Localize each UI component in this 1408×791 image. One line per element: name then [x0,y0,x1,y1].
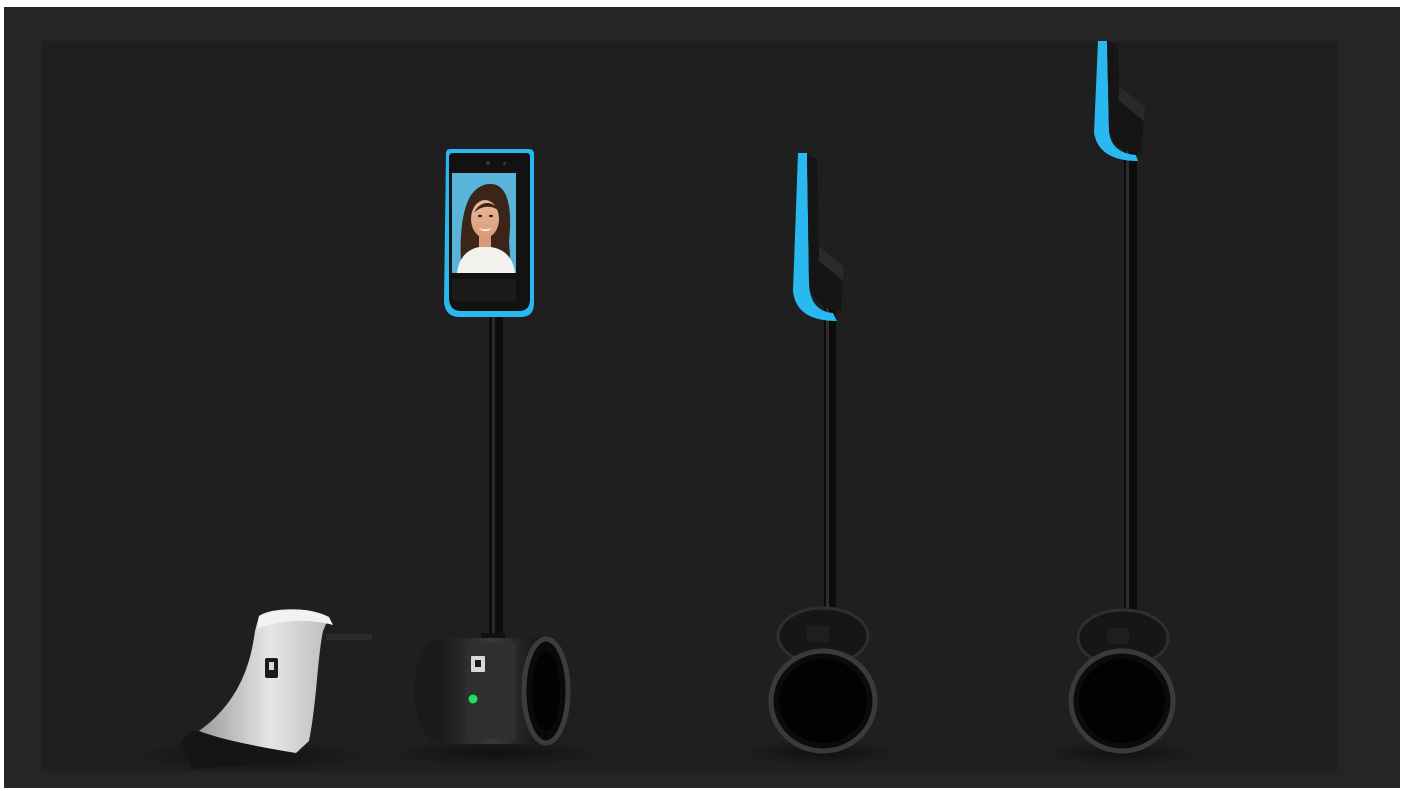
drive-base-side-2 [1068,608,1176,754]
dock-logo-icon [265,658,278,678]
video-call-screen [452,173,516,273]
tablet-head [444,149,534,317]
robot-side-view-tall [1041,41,1201,766]
robot-side-view-short [741,153,901,766]
charging-dock [131,609,372,772]
product-render-scene [41,41,1337,772]
drive-base-side [768,606,878,754]
status-led [468,694,478,704]
drive-base [414,633,571,746]
telepresence-robots-illustration [131,41,1201,772]
robot-front-view [386,149,606,767]
tablet-head-side [793,153,844,321]
tablet-head-side-raised [1094,41,1145,161]
image-frame [4,7,1400,788]
base-logo-icon [471,656,485,672]
